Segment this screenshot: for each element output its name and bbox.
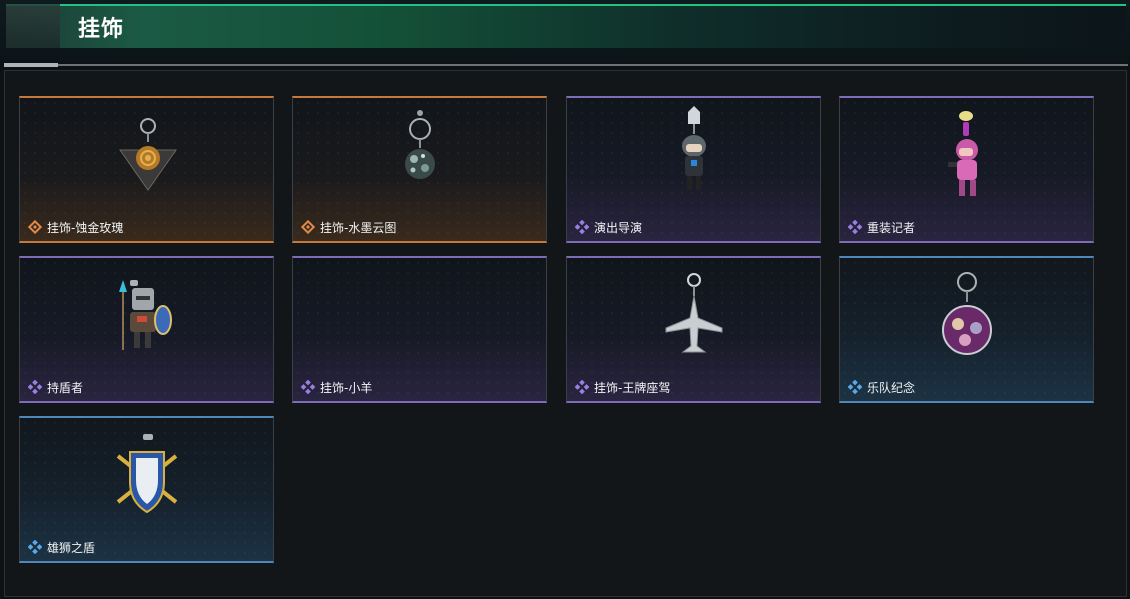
item-label: 持盾者	[47, 380, 84, 395]
item-card[interactable]: 挂饰-蚀金玫瑰	[19, 96, 274, 243]
item-label: 重装记者	[867, 220, 916, 235]
rarity-blue-icon	[28, 540, 42, 554]
page-title: 挂饰	[78, 17, 125, 42]
item-label: 演出导演	[594, 220, 643, 235]
item-label-row: 雄狮之盾	[28, 538, 95, 556]
rarity-blue-icon	[848, 380, 862, 394]
pink-figure-icon	[948, 111, 978, 196]
item-label-row: 演出导演	[575, 218, 642, 236]
item-card[interactable]: 重装记者	[839, 96, 1094, 243]
rarity-purple-icon	[28, 380, 42, 394]
item-label-row: 乐队纪念	[848, 378, 915, 396]
item-card[interactable]: 挂饰-王牌座驾	[566, 256, 821, 403]
header: 挂饰	[0, 0, 1130, 62]
item-card[interactable]: 雄狮之盾	[19, 416, 274, 563]
item-label: 挂饰-蚀金玫瑰	[47, 220, 124, 235]
item-label: 挂饰-小羊	[320, 380, 373, 395]
jet-keychain-icon	[665, 273, 723, 353]
rarity-gold-icon	[301, 220, 315, 234]
item-label-row: 挂饰-水墨云图	[301, 218, 396, 236]
rarity-gold-icon	[28, 220, 42, 234]
item-label-row: 挂饰-蚀金玫瑰	[28, 218, 123, 236]
item-label: 挂饰-王牌座驾	[594, 380, 671, 395]
item-label-row: 重装记者	[848, 218, 915, 236]
header-corner-block	[6, 4, 60, 48]
item-card[interactable]: 乐队纪念	[839, 256, 1094, 403]
item-card[interactable]: 持盾者	[19, 256, 274, 403]
item-card[interactable]: 挂饰-水墨云图	[292, 96, 547, 243]
item-label-row: 挂饰-王牌座驾	[575, 378, 670, 396]
item-label: 挂饰-水墨云图	[320, 220, 397, 235]
rarity-purple-icon	[301, 380, 315, 394]
item-label-row: 持盾者	[28, 378, 83, 396]
item-label: 雄狮之盾	[47, 540, 96, 555]
badge-keychain-icon	[942, 272, 992, 355]
rarity-purple-icon	[575, 380, 589, 394]
item-label-row: 挂饰-小羊	[301, 378, 372, 396]
rose-keychain-icon	[119, 118, 177, 191]
divider-accent	[4, 63, 58, 67]
knight-figure-icon	[119, 280, 172, 350]
ball-keychain-icon	[405, 110, 435, 179]
rarity-purple-icon	[848, 220, 862, 234]
item-label: 乐队纪念	[867, 380, 916, 395]
item-card[interactable]: 演出导演	[566, 96, 821, 243]
rarity-purple-icon	[575, 220, 589, 234]
soldier-figure-icon	[682, 106, 706, 190]
lion-shield-icon	[116, 434, 178, 514]
header-bar	[6, 4, 1126, 48]
item-card[interactable]: 挂饰-小羊	[292, 256, 547, 403]
header-divider	[4, 64, 1128, 66]
